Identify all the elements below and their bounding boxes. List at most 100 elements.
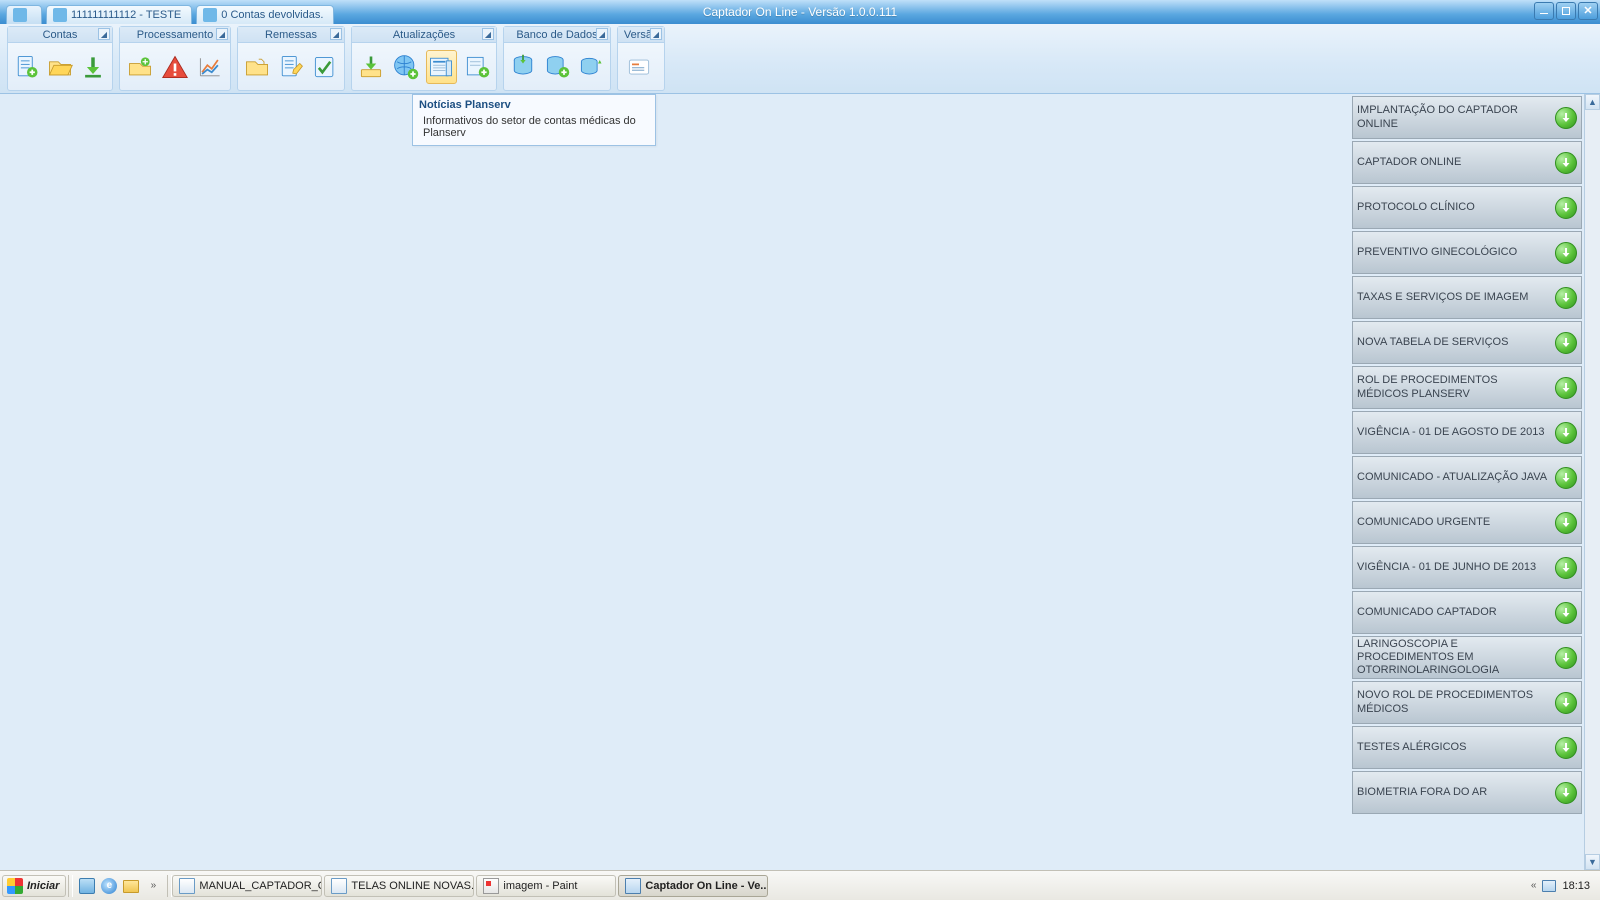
tab-icon (53, 8, 67, 22)
download-icon[interactable] (1555, 332, 1577, 354)
download-icon[interactable] (1555, 647, 1577, 669)
group-launcher-icon[interactable]: ◢ (216, 28, 228, 40)
clock[interactable]: 18:13 (1562, 880, 1594, 892)
task-manual[interactable]: MANUAL_CAPTADOR_O... (172, 875, 322, 897)
scroll-down-icon[interactable]: ▼ (1585, 854, 1600, 870)
news-item[interactable]: TESTES ALÉRGICOS (1352, 726, 1582, 769)
news-item[interactable]: VIGÊNCIA - 01 DE JUNHO DE 2013 (1352, 546, 1582, 589)
close-button[interactable]: ✕ (1578, 2, 1598, 20)
alert-button[interactable] (159, 50, 190, 84)
group-launcher-icon[interactable]: ◢ (650, 28, 662, 40)
download-icon[interactable] (1555, 152, 1577, 174)
news-item-label: TAXAS E SERVIÇOS DE IMAGEM (1357, 291, 1555, 304)
db-export-button[interactable] (576, 50, 606, 84)
download-account-button[interactable] (79, 50, 108, 84)
group-launcher-icon[interactable]: ◢ (330, 28, 342, 40)
update-download-button[interactable] (356, 50, 387, 84)
tray-icon[interactable] (1542, 880, 1556, 892)
download-icon[interactable] (1555, 242, 1577, 264)
batch-open-button[interactable] (242, 50, 272, 84)
group-launcher-icon[interactable]: ◢ (98, 28, 110, 40)
download-icon[interactable] (1555, 737, 1577, 759)
task-paint[interactable]: imagem - Paint (476, 875, 616, 897)
ie-icon: e (101, 878, 117, 894)
mdi-tab-teste[interactable]: 111111111112 - TESTE (46, 5, 192, 24)
about-button[interactable] (622, 50, 656, 84)
news-item-label: COMUNICADO URGENTE (1357, 516, 1555, 529)
add-news-button[interactable] (461, 50, 492, 84)
ribbon-group-label: Processamento (137, 29, 213, 41)
news-item[interactable]: LARINGOSCOPIA E PROCEDIMENTOS EM OTORRIN… (1352, 636, 1582, 679)
download-icon[interactable] (1555, 782, 1577, 804)
ribbon-group-atualizacoes: Atualizações ◢ (351, 26, 497, 91)
process-button[interactable] (124, 50, 155, 84)
update-globe-button[interactable] (391, 50, 422, 84)
ribbon-group-header: Versão ◢ (618, 27, 664, 43)
download-icon[interactable] (1555, 602, 1577, 624)
download-icon[interactable] (1555, 467, 1577, 489)
ribbon-group-processamento: Processamento ◢ (119, 26, 231, 91)
download-icon[interactable] (1555, 197, 1577, 219)
download-icon[interactable] (1555, 107, 1577, 129)
scroll-track[interactable] (1585, 110, 1600, 854)
news-item[interactable]: NOVO ROL DE PROCEDIMENTOS MÉDICOS (1352, 681, 1582, 724)
download-icon[interactable] (1555, 377, 1577, 399)
news-item[interactable]: VIGÊNCIA - 01 DE AGOSTO DE 2013 (1352, 411, 1582, 454)
news-button[interactable] (426, 50, 457, 84)
app-menu-tab[interactable] (6, 5, 42, 24)
chart-button[interactable] (195, 50, 226, 84)
mdi-tab-contas-devolvidas[interactable]: 0 Contas devolvidas. (196, 5, 334, 24)
ribbon-group-versao: Versão ◢ (617, 26, 665, 91)
db-import-button[interactable] (508, 50, 538, 84)
ribbon-group-header: Banco de Dados ◢ (504, 27, 610, 43)
news-item[interactable]: NOVA TABELA DE SERVIÇOS (1352, 321, 1582, 364)
scroll-up-icon[interactable]: ▲ (1585, 94, 1600, 110)
maximize-button[interactable] (1556, 2, 1576, 20)
download-icon[interactable] (1555, 287, 1577, 309)
ie-button[interactable]: e (99, 876, 119, 896)
news-item[interactable]: COMUNICADO - ATUALIZAÇÃO JAVA (1352, 456, 1582, 499)
app-icon (13, 8, 27, 22)
task-captador[interactable]: Captador On Line - Ve... (618, 875, 768, 897)
news-item-label: PREVENTIVO GINECOLÓGICO (1357, 246, 1555, 259)
news-item[interactable]: COMUNICADO CAPTADOR (1352, 591, 1582, 634)
taskbar: Iniciar e » MANUAL_CAPTADOR_O... TELAS O… (0, 870, 1600, 900)
taskbar-tasks: MANUAL_CAPTADOR_O... TELAS ONLINE NOVAS.… (172, 875, 1525, 897)
news-item-label: VIGÊNCIA - 01 DE JUNHO DE 2013 (1357, 561, 1555, 574)
download-icon[interactable] (1555, 512, 1577, 534)
download-icon[interactable] (1555, 692, 1577, 714)
news-item[interactable]: ROL DE PROCEDIMENTOS MÉDICOS PLANSERV (1352, 366, 1582, 409)
paint-icon (483, 878, 499, 894)
tray-expand-icon[interactable]: « (1531, 880, 1537, 891)
new-account-button[interactable] (12, 50, 41, 84)
news-item[interactable]: CAPTADOR ONLINE (1352, 141, 1582, 184)
task-label: Captador On Line - Ve... (645, 880, 768, 892)
tab-icon (203, 8, 217, 22)
news-item[interactable]: IMPLANTAÇÃO DO CAPTADOR ONLINE (1352, 96, 1582, 139)
task-telas[interactable]: TELAS ONLINE NOVAS.d... (324, 875, 474, 897)
db-add-button[interactable] (542, 50, 572, 84)
news-item[interactable]: PREVENTIVO GINECOLÓGICO (1352, 231, 1582, 274)
start-button[interactable]: Iniciar (2, 875, 66, 897)
news-item[interactable]: COMUNICADO URGENTE (1352, 501, 1582, 544)
news-scrollbar[interactable]: ▲ ▼ (1584, 94, 1600, 870)
news-panel: IMPLANTAÇÃO DO CAPTADOR ONLINE CAPTADOR O… (1350, 94, 1600, 870)
minimize-button[interactable] (1534, 2, 1554, 20)
download-icon[interactable] (1555, 422, 1577, 444)
group-launcher-icon[interactable]: ◢ (596, 28, 608, 40)
news-item[interactable]: PROTOCOLO CLÍNICO (1352, 186, 1582, 229)
taskbar-separator (68, 875, 73, 897)
download-icon[interactable] (1555, 557, 1577, 579)
explorer-button[interactable] (121, 876, 141, 896)
group-launcher-icon[interactable]: ◢ (482, 28, 494, 40)
news-item[interactable]: TAXAS E SERVIÇOS DE IMAGEM (1352, 276, 1582, 319)
ribbon-group-label: Contas (43, 29, 78, 41)
news-item-label: IMPLANTAÇÃO DO CAPTADOR ONLINE (1357, 104, 1555, 130)
batch-list-button[interactable] (276, 50, 306, 84)
news-item[interactable]: BIOMETRIA FORA DO AR (1352, 771, 1582, 814)
quick-launch-more[interactable]: » (143, 876, 163, 896)
show-desktop-button[interactable] (77, 876, 97, 896)
open-account-button[interactable] (45, 50, 74, 84)
batch-validate-button[interactable] (310, 50, 340, 84)
ribbon-group-label: Remessas (265, 29, 317, 41)
